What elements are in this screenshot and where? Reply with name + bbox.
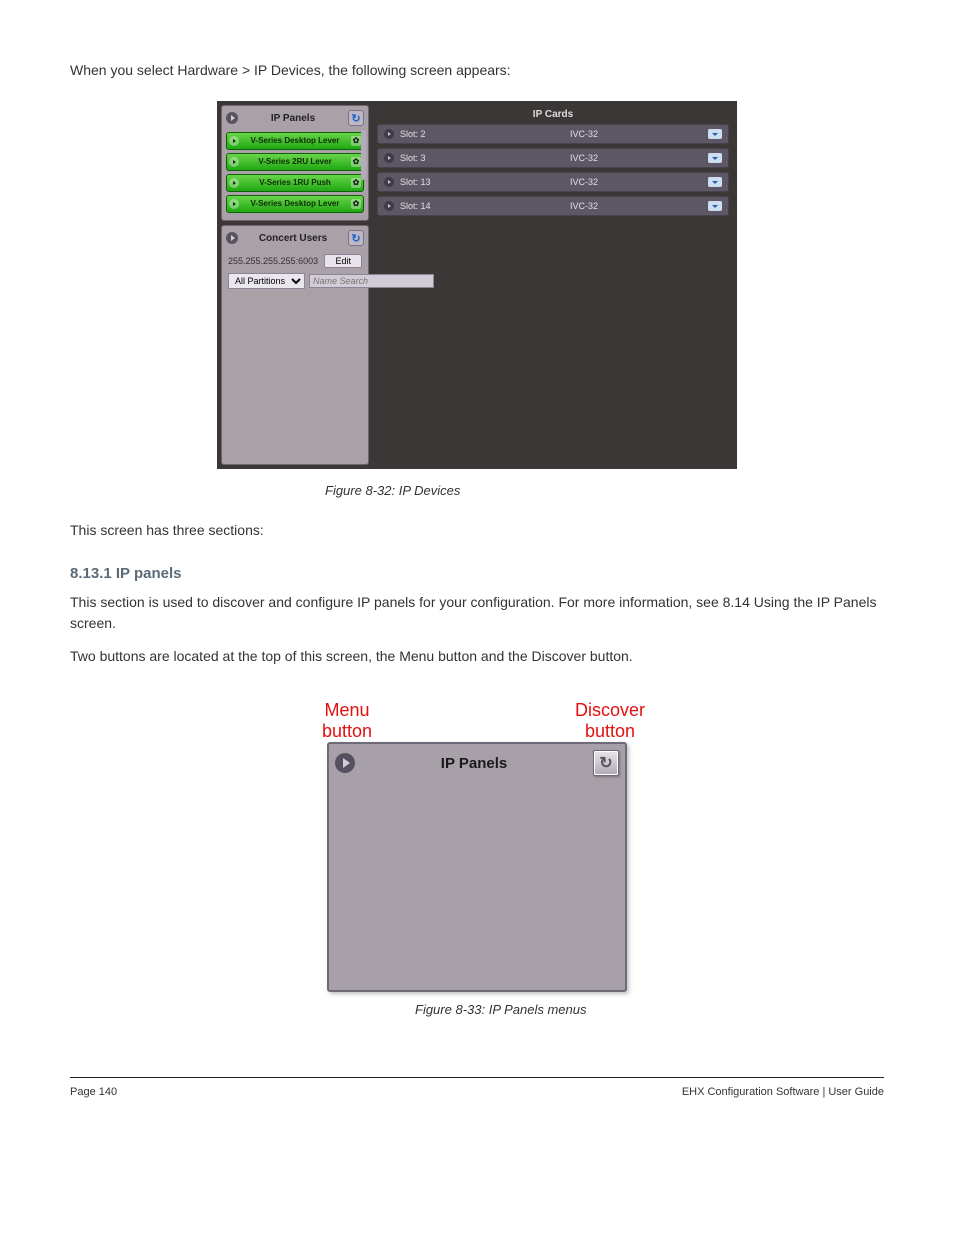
gear-icon[interactable]: ✿ (351, 136, 361, 146)
dropdown-icon[interactable] (708, 153, 722, 163)
ip-panels-discover-button[interactable]: ↻ (348, 110, 364, 126)
ip-panel-item[interactable]: V-Series 2RU Lever✿ (226, 153, 364, 171)
dropdown-icon[interactable] (708, 201, 722, 211)
ip-devices-figure: IP Panels ↻ V-Series Desktop Lever✿ V-Se… (217, 101, 737, 469)
section-p1: This section is used to discover and con… (70, 592, 884, 634)
concert-address: 255.255.255.255:6003 (228, 256, 320, 266)
ip-panel-item[interactable]: V-Series Desktop Lever✿ (226, 195, 364, 213)
ip-panels-panel: IP Panels ↻ V-Series Desktop Lever✿ V-Se… (221, 105, 369, 221)
figure-caption-1: Figure 8-32: IP Devices (325, 483, 884, 498)
section-p2: Two buttons are located at the top of th… (70, 646, 884, 667)
partition-select[interactable]: All Partitions (228, 273, 305, 289)
dropdown-icon[interactable] (708, 177, 722, 187)
concert-refresh-button[interactable]: ↻ (348, 230, 364, 246)
expand-icon[interactable] (229, 157, 239, 167)
ip-panels-menu-figure: Menu button Discover button IP Panels ↻ (327, 742, 627, 992)
ip-card-row[interactable]: Slot: 3IVC-32 (377, 148, 729, 168)
gear-icon[interactable]: ✿ (351, 157, 361, 167)
ip-cards-title: IP Cards (373, 105, 733, 124)
expand-icon[interactable] (229, 199, 239, 209)
ip-panels-menu-button[interactable] (226, 112, 238, 124)
callout-discover: Discover button (565, 700, 655, 741)
ip-card-row[interactable]: Slot: 2IVC-32 (377, 124, 729, 144)
expand-icon[interactable] (384, 129, 394, 139)
ip-panel-item[interactable]: V-Series Desktop Lever✿ (226, 132, 364, 150)
intro-p2: This screen has three sections: (70, 520, 884, 541)
intro-p1: When you select Hardware > IP Devices, t… (70, 60, 884, 81)
expand-icon[interactable] (384, 201, 394, 211)
callout-menu: Menu button (312, 700, 382, 741)
edit-button[interactable]: Edit (324, 254, 362, 268)
gear-icon[interactable]: ✿ (351, 178, 361, 188)
ip-panel-item[interactable]: V-Series 1RU Push✿ (226, 174, 364, 192)
footer-rule (70, 1077, 884, 1078)
ip-card-row[interactable]: Slot: 13IVC-32 (377, 172, 729, 192)
section-heading: 8.13.1 IP panels (70, 565, 884, 582)
ip-panels-title: IP Panels (238, 113, 348, 124)
ip-panels-title-big: IP Panels (355, 755, 593, 772)
dropdown-icon[interactable] (708, 129, 722, 139)
figure-caption-2: Figure 8-33: IP Panels menus (415, 1002, 884, 1017)
gear-icon[interactable]: ✿ (351, 199, 361, 209)
concert-menu-button[interactable] (226, 232, 238, 244)
expand-icon[interactable] (229, 178, 239, 188)
scrollbar[interactable] (361, 130, 366, 180)
footer-page: Page 140 (70, 1086, 117, 1098)
footer-title: EHX Configuration Software | User Guide (682, 1086, 884, 1098)
expand-icon[interactable] (384, 177, 394, 187)
concert-users-panel: Concert Users ↻ 255.255.255.255:6003 Edi… (221, 225, 369, 465)
expand-icon[interactable] (384, 153, 394, 163)
menu-button-big[interactable] (335, 753, 355, 773)
ip-card-row[interactable]: Slot: 14IVC-32 (377, 196, 729, 216)
concert-title: Concert Users (238, 233, 348, 244)
expand-icon[interactable] (229, 136, 239, 146)
discover-button-big[interactable]: ↻ (593, 750, 619, 776)
